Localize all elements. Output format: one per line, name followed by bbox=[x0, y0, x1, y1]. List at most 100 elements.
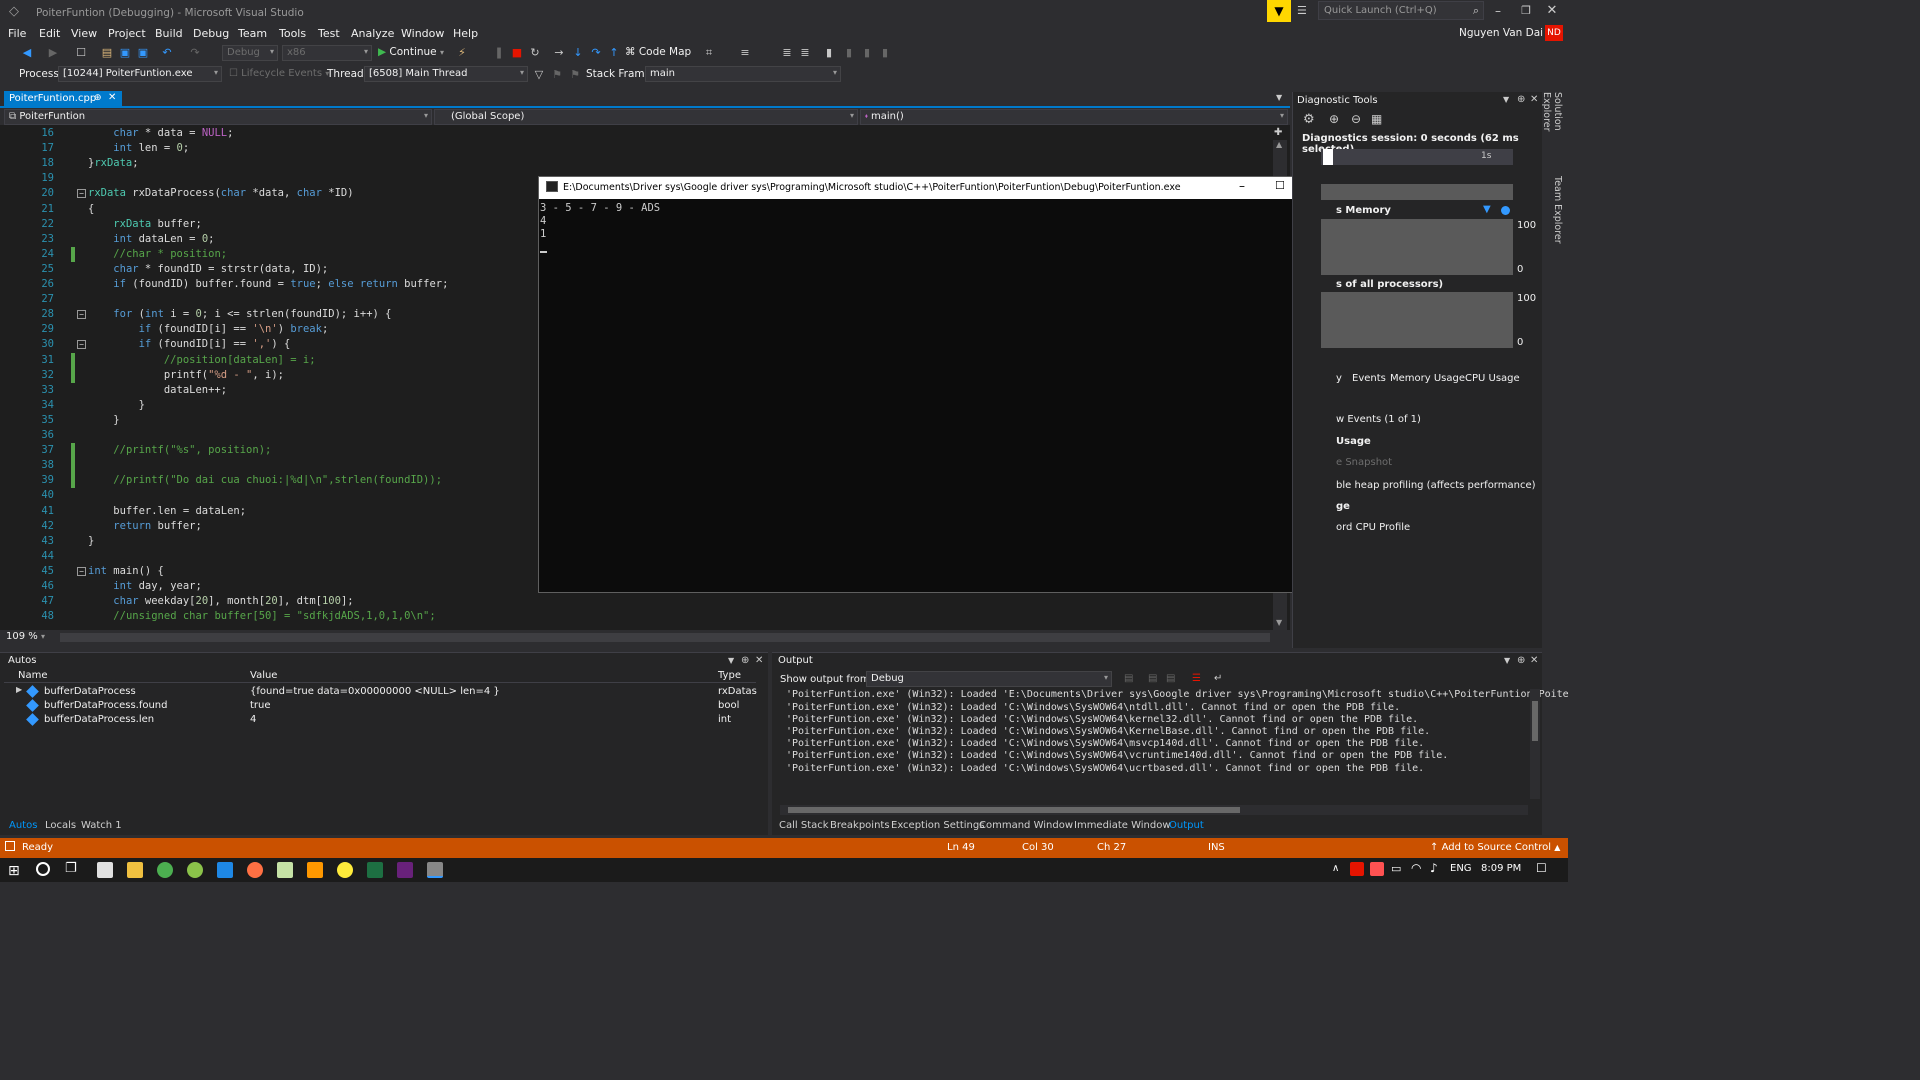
step-over-icon[interactable]: ↷ bbox=[589, 46, 603, 60]
menu-file[interactable]: File bbox=[8, 27, 26, 40]
table-row[interactable]: ▶ bufferDataProcess {found=true data=0x0… bbox=[4, 685, 757, 699]
tab-locals[interactable]: Locals bbox=[45, 820, 76, 831]
tab-output[interactable]: Output bbox=[1169, 820, 1204, 831]
tab-poiterfuntion-cpp[interactable]: PoiterFuntion.cpp ⊕ ✕ bbox=[4, 91, 122, 108]
edge-icon[interactable] bbox=[217, 862, 233, 878]
bookmark-clear-icon[interactable]: ▮ bbox=[878, 46, 892, 60]
user-name[interactable]: Nguyen Van Dai bbox=[1459, 27, 1543, 39]
tab-overflow-icon[interactable]: ▼ bbox=[1276, 93, 1282, 102]
scroll-thumb[interactable] bbox=[788, 807, 1240, 813]
chrome-alt-icon[interactable] bbox=[187, 862, 203, 878]
variable-value[interactable]: {found=true data=0x00000000 <NULL> len=4… bbox=[250, 686, 500, 697]
lifecycle-events-button[interactable]: ☐ Lifecycle Events ▾ bbox=[229, 68, 329, 79]
arduino-icon[interactable] bbox=[337, 862, 353, 878]
variable-value[interactable]: true bbox=[250, 700, 271, 711]
output-vertical-scrollbar[interactable] bbox=[1530, 689, 1540, 799]
pin-icon[interactable]: ⊕ bbox=[94, 93, 102, 103]
code-line[interactable]: 47 char weekday[20], month[20], dtm[100]… bbox=[0, 594, 1270, 609]
wifi-icon[interactable]: ◠ bbox=[1411, 861, 1421, 875]
clear-all-icon[interactable]: ☰ bbox=[1192, 673, 1201, 684]
close-panel-icon[interactable]: ✕ bbox=[1530, 94, 1538, 105]
lightning-icon[interactable]: ⚡ bbox=[455, 46, 469, 60]
minimize-button[interactable]: – bbox=[1490, 4, 1506, 18]
side-tab-team-explorer[interactable]: Team Explorer bbox=[1549, 176, 1563, 244]
tab-memory-usage[interactable]: Memory Usage bbox=[1390, 373, 1465, 384]
hex-display-icon[interactable]: ⌗ bbox=[702, 46, 716, 60]
menu-debug[interactable]: Debug bbox=[193, 27, 229, 40]
excel-icon[interactable] bbox=[367, 862, 383, 878]
tab-summary[interactable]: y bbox=[1336, 373, 1342, 384]
output-source-dropdown[interactable]: Debug ▾ bbox=[866, 671, 1112, 687]
code-line[interactable]: 48 //unsigned char buffer[50] = "sdfkjdA… bbox=[0, 609, 1270, 624]
notepad-icon[interactable] bbox=[277, 862, 293, 878]
menu-help[interactable]: Help bbox=[453, 27, 478, 40]
close-panel-icon[interactable]: ✕ bbox=[755, 655, 763, 666]
scroll-up-icon[interactable]: ▲ bbox=[1276, 140, 1282, 149]
platform-dropdown[interactable]: x86 ▾ bbox=[282, 45, 372, 61]
tab-exception-settings[interactable]: Exception Settings bbox=[891, 820, 984, 831]
panel-menu-icon[interactable]: ▼ bbox=[728, 656, 734, 665]
split-editor-icon[interactable]: ✚ bbox=[1274, 127, 1282, 138]
show-next-statement-icon[interactable]: → bbox=[552, 46, 566, 60]
tool-tray-icon[interactable] bbox=[1370, 862, 1384, 876]
volume-icon[interactable]: ♪ bbox=[1430, 861, 1438, 875]
close-button[interactable]: ✕ bbox=[1544, 3, 1560, 18]
tab-call-stack[interactable]: Call Stack bbox=[779, 820, 829, 831]
file-explorer-icon[interactable] bbox=[127, 862, 143, 878]
forward-icon[interactable]: ▶ bbox=[46, 46, 60, 60]
quick-launch-input[interactable]: Quick Launch (Ctrl+Q) ⌕ bbox=[1318, 1, 1484, 20]
console-task-icon[interactable] bbox=[427, 862, 443, 878]
sublime-text-icon[interactable] bbox=[307, 862, 323, 878]
save-icon[interactable]: ▣ bbox=[118, 46, 132, 60]
menu-tools[interactable]: Tools bbox=[279, 27, 306, 40]
timeline-ruler[interactable]: 1s bbox=[1321, 149, 1513, 165]
new-project-icon[interactable]: ☐ bbox=[74, 46, 88, 60]
pin-icon[interactable]: ⊕ bbox=[1517, 655, 1525, 666]
input-language[interactable]: ENG bbox=[1450, 863, 1472, 874]
events-summary-item[interactable]: w Events (1 of 1) bbox=[1336, 414, 1421, 425]
next-message-icon[interactable]: ▤ bbox=[1166, 673, 1175, 684]
find-message-icon[interactable]: ▤ bbox=[1124, 673, 1133, 684]
windows-start-icon[interactable]: ⊞ bbox=[8, 863, 20, 879]
task-view-icon[interactable]: ❐ bbox=[65, 861, 77, 876]
stop-icon[interactable]: ■ bbox=[510, 46, 524, 60]
settings-gear-icon[interactable]: ⚙ bbox=[1303, 112, 1315, 127]
panel-menu-icon[interactable]: ▼ bbox=[1504, 656, 1510, 665]
take-snapshot-button[interactable]: e Snapshot bbox=[1336, 457, 1392, 468]
threads-icon[interactable]: ≡ bbox=[738, 46, 752, 60]
chrome-icon[interactable] bbox=[157, 862, 173, 878]
prev-message-icon[interactable]: ▤ bbox=[1148, 673, 1157, 684]
editor-horizontal-scrollbar[interactable] bbox=[60, 633, 1270, 642]
pin-icon[interactable]: ⊕ bbox=[741, 655, 749, 666]
collapse-icon[interactable]: − bbox=[77, 189, 86, 199]
zoom-out-icon[interactable]: ⊖ bbox=[1351, 112, 1361, 126]
scope-dropdown[interactable]: (Global Scope) ▾ bbox=[434, 109, 858, 125]
thread-dropdown[interactable]: [6508] Main Thread ▾ bbox=[364, 66, 528, 82]
open-file-icon[interactable]: ▤ bbox=[100, 46, 114, 60]
function-dropdown[interactable]: ⬪ main() ▾ bbox=[860, 109, 1288, 125]
memory-filter-icon[interactable]: ▼ bbox=[1483, 204, 1491, 215]
stack-frame-dropdown[interactable]: main ▾ bbox=[645, 66, 841, 82]
menu-analyze[interactable]: Analyze bbox=[351, 27, 394, 40]
tab-watch-1[interactable]: Watch 1 bbox=[81, 820, 122, 831]
console-minimize-button[interactable]: – bbox=[1239, 179, 1245, 193]
console-window[interactable]: E:\Documents\Driver sys\Google driver sy… bbox=[538, 176, 1337, 593]
clock[interactable]: 8:09 PM bbox=[1481, 863, 1521, 874]
close-panel-icon[interactable]: ✕ bbox=[1530, 655, 1538, 666]
column-name[interactable]: Name bbox=[18, 670, 48, 681]
menu-view[interactable]: View bbox=[71, 27, 97, 40]
zoom-dropdown[interactable]: 109 % ▾ bbox=[6, 631, 54, 644]
reset-view-icon[interactable]: ▦ bbox=[1371, 112, 1382, 126]
tab-events[interactable]: Events bbox=[1352, 373, 1386, 384]
column-value[interactable]: Value bbox=[250, 670, 277, 681]
save-all-icon[interactable]: ▣ bbox=[136, 46, 150, 60]
back-icon[interactable]: ◀ bbox=[20, 46, 34, 60]
firefox-icon[interactable] bbox=[247, 862, 263, 878]
flag-thread-icon[interactable]: ⚑ bbox=[550, 68, 564, 82]
continue-button[interactable]: ▶ Continue ▾ bbox=[378, 46, 444, 60]
collapse-icon[interactable]: − bbox=[77, 310, 86, 320]
scroll-thumb[interactable] bbox=[1532, 701, 1538, 741]
step-out-icon[interactable]: ↑ bbox=[607, 46, 621, 60]
pin-icon[interactable]: ⊕ bbox=[1517, 94, 1525, 105]
visual-studio-icon[interactable] bbox=[397, 862, 413, 878]
